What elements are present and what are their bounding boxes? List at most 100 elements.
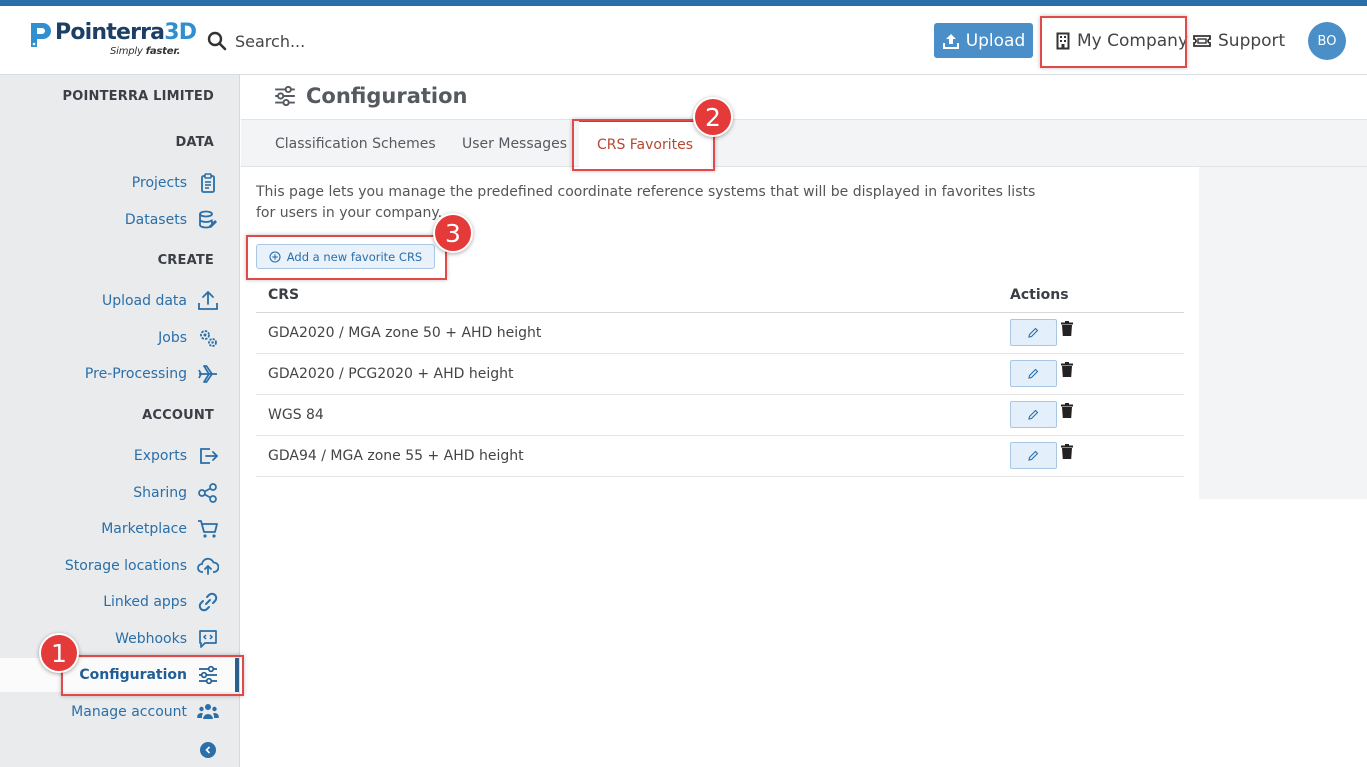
support-label: Support	[1218, 30, 1286, 51]
table-row: WGS 84	[256, 394, 1184, 436]
global-search[interactable]: Search...	[207, 28, 305, 54]
table-header-row: CRS Actions	[256, 279, 1184, 313]
sidebar-item-marketplace[interactable]: Marketplace	[101, 515, 219, 543]
sidebar-item-label: Upload data	[101, 293, 187, 309]
crs-name-cell: GDA2020 / MGA zone 50 + AHD height	[256, 312, 1010, 354]
sidebar-item-manage-account[interactable]: Manage account	[71, 698, 219, 726]
sidebar-item-upload-data[interactable]: Upload data	[102, 287, 219, 315]
brand-logo[interactable]: Pointerra3D Simply faster.	[28, 20, 197, 66]
page-title: Configuration	[273, 84, 467, 108]
pencil-icon	[1028, 368, 1039, 379]
pencil-icon	[1028, 327, 1039, 338]
sidebar: POINTERRA LIMITED DATA Projects Datasets…	[0, 75, 240, 767]
table-row: GDA94 / MGA zone 55 + AHD height	[256, 435, 1184, 477]
upload-button[interactable]: Upload	[934, 23, 1033, 58]
sidebar-item-linked-apps[interactable]: Linked apps	[103, 588, 219, 616]
link-icon	[198, 592, 218, 612]
edit-button[interactable]	[1010, 401, 1057, 428]
tab-user-messages[interactable]: User Messages	[462, 120, 567, 167]
sidebar-item-label: Datasets	[124, 212, 187, 228]
page-description: This page lets you manage the predefined…	[256, 184, 1036, 221]
brand-tagline: Simply faster.	[110, 46, 180, 57]
users-icon	[197, 704, 219, 719]
tab-crs-favorites[interactable]: CRS Favorites	[579, 120, 711, 168]
sidebar-item-exports[interactable]: Exports	[134, 442, 219, 470]
crs-favorites-table: CRS Actions GDA2020 / MGA zone 50 + AHD …	[256, 279, 1184, 477]
my-company-label: My Company	[1077, 30, 1189, 51]
sidebar-collapse-button[interactable]	[200, 742, 216, 758]
edit-button[interactable]	[1010, 360, 1057, 387]
clipboard-icon	[201, 173, 215, 193]
sidebar-item-label: Pre-Processing	[84, 366, 187, 382]
edit-button[interactable]	[1010, 442, 1057, 469]
sidebar-item-configuration[interactable]: Configuration	[0, 658, 239, 692]
search-icon	[207, 31, 227, 51]
sidebar-item-label: Storage locations	[64, 558, 187, 574]
sidebar-item-datasets[interactable]: Datasets	[125, 206, 219, 234]
content-side-gutter	[1199, 167, 1367, 499]
sidebar-item-label: Webhooks	[115, 631, 187, 647]
brand-name: Pointerra3D	[55, 20, 197, 45]
sliders-icon	[275, 85, 295, 107]
actions-cell	[1010, 312, 1184, 354]
chevron-left-icon	[205, 746, 211, 754]
sidebar-item-storage-locations[interactable]: Storage locations	[65, 552, 219, 580]
edit-button[interactable]	[1010, 319, 1057, 346]
cloud-upload-icon	[197, 557, 219, 575]
sidebar-item-projects[interactable]: Projects	[132, 169, 219, 197]
sidebar-item-sharing[interactable]: Sharing	[133, 479, 219, 507]
user-avatar[interactable]: BO	[1308, 22, 1346, 60]
support-link[interactable]: Support	[1193, 23, 1285, 58]
cart-icon	[198, 520, 218, 538]
config-tabs: Classification Schemes User Messages CRS…	[241, 119, 1367, 168]
trash-icon[interactable]	[1061, 320, 1075, 337]
crs-name-cell: WGS 84	[256, 394, 1010, 436]
trash-icon[interactable]	[1061, 361, 1075, 378]
plane-icon	[198, 365, 217, 383]
sidebar-item-webhooks[interactable]: Webhooks	[115, 625, 219, 653]
step-badge-3: 3	[433, 213, 473, 253]
sidebar-heading-create: CREATE	[157, 253, 214, 268]
code-message-icon	[199, 630, 217, 648]
sidebar-item-label: Configuration	[79, 667, 187, 683]
trash-icon[interactable]	[1061, 443, 1075, 460]
sliders-icon	[199, 665, 217, 685]
database-icon	[199, 210, 217, 229]
sidebar-item-label: Jobs	[158, 330, 187, 346]
pencil-icon	[1028, 450, 1039, 461]
building-icon	[1056, 32, 1070, 49]
add-favorite-crs-label: Add a new favorite CRS	[286, 249, 423, 264]
crs-name-cell: GDA2020 / PCG2020 + AHD height	[256, 353, 1010, 395]
pointerra-logo-icon	[31, 23, 51, 47]
sidebar-item-label: Linked apps	[103, 594, 187, 610]
brand-name-accent: 3D	[164, 20, 197, 45]
upload-icon	[942, 33, 959, 49]
brand-tagline-bold: faster.	[145, 46, 181, 57]
column-header-actions: Actions	[1010, 279, 1184, 313]
page-title-text: Configuration	[306, 84, 468, 108]
step-badge-2: 2	[693, 97, 733, 137]
brand-name-main: Pointerra	[55, 20, 165, 45]
brand-tagline-plain: Simply	[110, 46, 143, 57]
sidebar-item-label: Exports	[133, 448, 187, 464]
column-header-crs: CRS	[256, 279, 1010, 313]
sidebar-item-preprocessing[interactable]: Pre-Processing	[85, 360, 219, 388]
share-icon	[198, 483, 217, 503]
sidebar-item-jobs[interactable]: Jobs	[158, 324, 219, 352]
ticket-icon	[1193, 34, 1211, 47]
sidebar-item-label: Manage account	[71, 704, 187, 720]
sidebar-item-label: Marketplace	[101, 521, 187, 537]
top-header: Pointerra3D Simply faster. Search... Upl…	[0, 6, 1367, 75]
sidebar-item-label: Projects	[131, 175, 187, 191]
table-row: GDA2020 / PCG2020 + AHD height	[256, 353, 1184, 395]
tab-classification-schemes[interactable]: Classification Schemes	[275, 120, 436, 167]
upload-tray-icon	[198, 291, 218, 310]
actions-cell	[1010, 394, 1184, 436]
plus-circle-icon	[269, 250, 281, 263]
my-company-link[interactable]: My Company	[1056, 23, 1188, 58]
sidebar-item-label: Sharing	[133, 485, 187, 501]
pencil-icon	[1028, 409, 1039, 420]
add-favorite-crs-button[interactable]: Add a new favorite CRS	[256, 244, 435, 269]
trash-icon[interactable]	[1061, 402, 1075, 419]
sidebar-company-name: POINTERRA LIMITED	[62, 89, 214, 104]
